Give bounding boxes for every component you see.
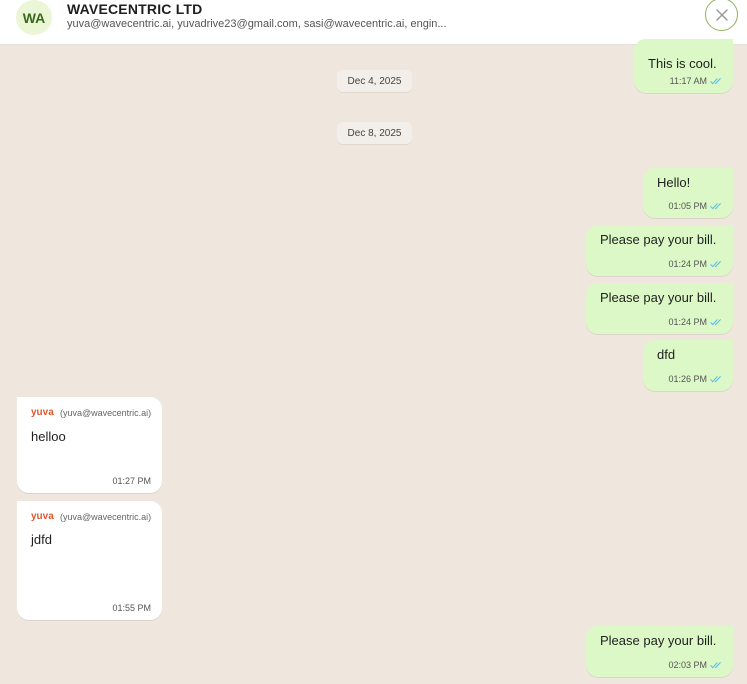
message-time: 01:24 PM — [668, 259, 707, 269]
message-text: dfd — [657, 347, 676, 362]
message-meta: 11:17 AM — [670, 76, 723, 86]
participants-list: yuva@wavecentric.ai, yuvadrive23@gmail.c… — [67, 18, 447, 30]
close-button[interactable] — [705, 0, 738, 31]
outgoing-message[interactable]: Please pay your bill. 01:24 PM — [586, 283, 733, 334]
outgoing-message[interactable]: dfd 01:26 PM — [643, 340, 733, 391]
date-separator: Dec 8, 2025 — [337, 122, 412, 144]
date-separator: Dec 4, 2025 — [337, 70, 412, 92]
message-text: jdfd — [31, 532, 52, 547]
chat-header: WA WAVECENTRIC LTD yuva@wavecentric.ai, … — [0, 0, 747, 45]
message-text: Please pay your bill. — [600, 232, 717, 247]
chat-title: WAVECENTRIC LTD — [67, 1, 203, 17]
incoming-message[interactable]: yuva (yuva@wavecentric.ai) helloo 01:27 … — [17, 397, 162, 493]
sender-name: yuva — [31, 407, 54, 418]
incoming-message[interactable]: yuva (yuva@wavecentric.ai) jdfd 01:55 PM — [17, 501, 162, 620]
message-text: Please pay your bill. — [600, 290, 717, 305]
message-meta: 02:03 PM — [668, 660, 723, 670]
double-check-icon — [710, 662, 721, 669]
outgoing-message[interactable]: Please pay your bill. 02:03 PM — [586, 626, 733, 677]
double-check-icon — [710, 376, 721, 383]
sender-email: (yuva@wavecentric.ai) — [60, 408, 152, 418]
outgoing-message[interactable]: Hello! 01:05 PM — [643, 168, 733, 218]
message-text: This is cool. — [648, 56, 717, 71]
group-avatar[interactable]: WA — [16, 0, 52, 35]
message-time: 02:03 PM — [668, 660, 707, 670]
double-check-icon — [710, 261, 721, 268]
message-text: helloo — [31, 429, 66, 444]
message-meta: 01:26 PM — [668, 374, 723, 384]
double-check-icon — [710, 319, 721, 326]
message-text: Please pay your bill. — [600, 633, 717, 648]
message-meta: 01:24 PM — [668, 317, 723, 327]
message-time: 01:24 PM — [668, 317, 707, 327]
message-time: 01:55 PM — [112, 603, 151, 613]
message-time: 01:05 PM — [668, 201, 707, 211]
message-text: Hello! — [657, 175, 691, 190]
message-time: 11:17 AM — [669, 76, 707, 86]
sender-email: (yuva@wavecentric.ai) — [60, 512, 152, 522]
double-check-icon — [710, 78, 721, 85]
close-icon — [715, 8, 728, 21]
double-check-icon — [710, 203, 721, 210]
message-time: 01:27 PM — [112, 476, 151, 486]
message-meta: 01:24 PM — [668, 259, 723, 269]
outgoing-message[interactable]: This is cool. 11:17 AM — [634, 39, 733, 93]
message-meta: 01:05 PM — [668, 201, 723, 211]
message-time: 01:26 PM — [668, 374, 707, 384]
message-list[interactable]: This is cool. 11:17 AM Dec 4, 2025 Dec 8… — [0, 39, 747, 684]
sender-name: yuva — [31, 511, 54, 522]
outgoing-message[interactable]: Please pay your bill. 01:24 PM — [586, 225, 733, 276]
